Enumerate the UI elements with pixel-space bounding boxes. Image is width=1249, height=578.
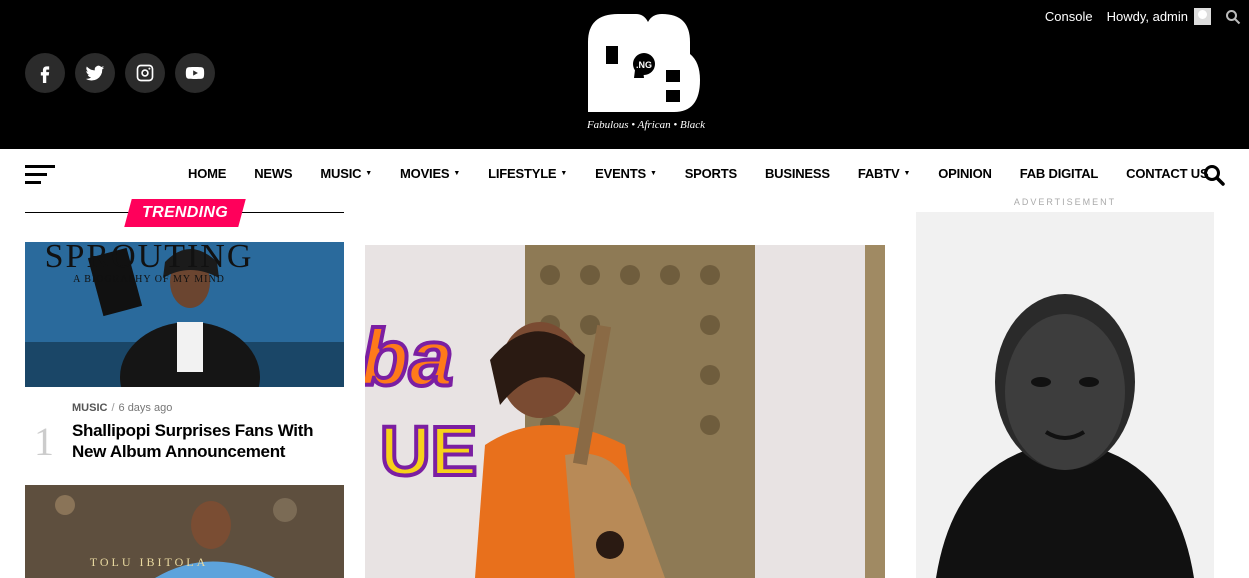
caret-down-icon: ▼ xyxy=(560,170,568,177)
ad-banner[interactable] xyxy=(916,212,1214,578)
nav-item-business[interactable]: BUSINESS xyxy=(765,166,830,181)
nav-item-opinion[interactable]: OPINION xyxy=(938,166,992,181)
caret-down-icon: ▼ xyxy=(365,170,373,177)
twitter-icon xyxy=(85,65,105,81)
youtube-link[interactable] xyxy=(175,53,215,93)
nav-item-sports[interactable]: SPORTS xyxy=(685,166,737,181)
category-link[interactable]: MUSIC xyxy=(72,402,107,414)
trending-headline[interactable]: Shallipopi Surprises Fans With New Album… xyxy=(72,420,332,462)
site-logo[interactable]: .NG Fabulous • African • Black xyxy=(578,12,714,136)
nav-item-news[interactable]: NEWS xyxy=(254,166,292,181)
main-nav-bar: HOME NEWS MUSIC ▼ MOVIES ▼ LIFESTYLE ▼ EVEN… xyxy=(0,149,1249,199)
facebook-link[interactable] xyxy=(25,53,65,93)
ad-label: ADVERTISEMENT xyxy=(1013,197,1117,207)
facebook-icon xyxy=(40,66,50,83)
admin-bar: Console Howdy, admin xyxy=(1045,8,1241,25)
ad-book-subtitle: A BIOGRAPHY OF MY MIND xyxy=(73,274,225,285)
account-menu[interactable]: Howdy, admin xyxy=(1107,8,1211,25)
svg-text:ba: ba xyxy=(365,313,453,402)
post-time: 6 days ago xyxy=(118,402,173,414)
search-icon[interactable] xyxy=(1203,164,1225,186)
site-header: .NG Fabulous • African • Black Console H… xyxy=(0,0,1249,149)
admin-search-icon[interactable] xyxy=(1225,9,1241,25)
logo-tagline: Fabulous • African • Black xyxy=(586,119,706,131)
youtube-icon xyxy=(185,67,205,79)
nav-item-events[interactable]: EVENTS ▼ xyxy=(595,166,657,181)
svg-text:UE: UE xyxy=(380,412,477,490)
howdy-label: Howdy, admin xyxy=(1106,9,1188,24)
nav-item-lifestyle[interactable]: LIFESTYLE ▼ xyxy=(488,166,567,181)
caret-down-icon: ▼ xyxy=(903,170,911,177)
nav-item-home[interactable]: HOME xyxy=(188,166,226,181)
nav-item-music[interactable]: MUSIC ▼ xyxy=(320,166,372,181)
caret-down-icon: ▼ xyxy=(649,170,657,177)
menu-hamburger-icon[interactable] xyxy=(25,165,55,185)
nav-item-fabtv[interactable]: FABTV ▼ xyxy=(858,166,911,181)
nav-item-contact-us[interactable]: CONTACT US xyxy=(1126,166,1208,181)
main-nav: HOME NEWS MUSIC ▼ MOVIES ▼ LIFESTYLE ▼ EVEN… xyxy=(188,166,1236,181)
nav-item-fab-digital[interactable]: FAB DIGITAL xyxy=(1020,166,1099,181)
social-links xyxy=(25,53,215,93)
nav-item-movies[interactable]: MOVIES ▼ xyxy=(400,166,460,181)
console-link[interactable]: Console xyxy=(1045,9,1093,24)
instagram-link[interactable] xyxy=(125,53,165,93)
featured-story-image[interactable]: ba UE xyxy=(365,245,885,578)
trending-meta: MUSIC/6 days ago xyxy=(72,402,173,414)
trending-label: TRENDING xyxy=(142,204,228,221)
avatar xyxy=(1194,8,1211,25)
twitter-link[interactable] xyxy=(75,53,115,93)
ad-book-title: SPROUTING xyxy=(44,238,254,275)
ad-book-author: TOLU IBITOLA xyxy=(89,555,209,569)
trending-rank: 1 xyxy=(34,419,54,464)
instagram-icon xyxy=(136,64,154,82)
logo-badge: .NG xyxy=(636,60,652,70)
caret-down-icon: ▼ xyxy=(453,170,461,177)
